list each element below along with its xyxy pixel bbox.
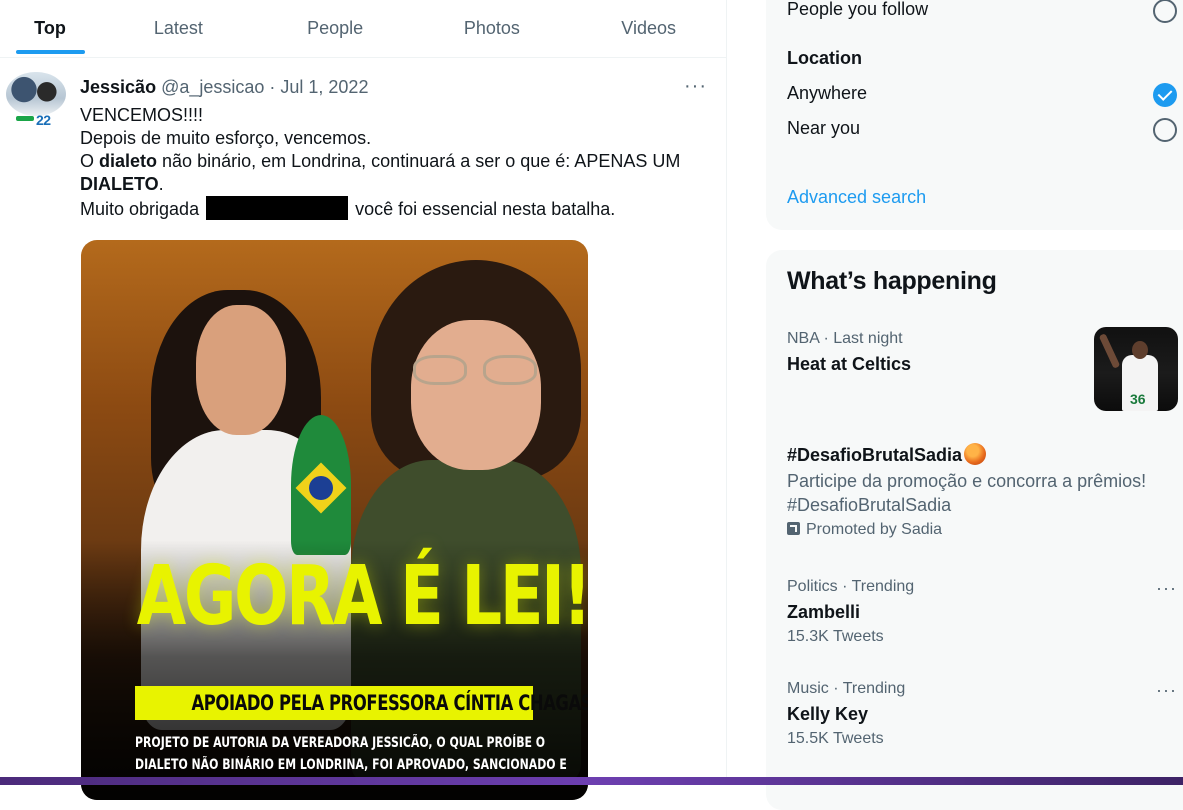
avatar-badge-number: 22 (36, 112, 51, 128)
anywhere-radio-checked[interactable] (1153, 83, 1177, 107)
tweet-text-line: Muito obrigada você foi essencial nesta … (80, 196, 720, 221)
image-body-copy: PROJETO DE AUTORIA DA VEREADORA JESSICÃO… (135, 732, 567, 776)
tweet-header: Jessicão @a_jessicao · Jul 1, 2022 (80, 77, 368, 98)
whats-happening-title: What’s happening (787, 267, 997, 295)
trend-item[interactable]: Music · Trending Kelly Key 15.5K Tweets (787, 679, 1182, 750)
right-sidebar: People you follow Location Anywhere Near… (766, 0, 1183, 810)
trend-topic: Zambelli (787, 602, 861, 622)
trend-tweet-count: 15.3K Tweets (787, 628, 884, 645)
tab-top[interactable]: Top (0, 0, 100, 57)
text-fragment: . (158, 174, 164, 194)
tab-latest-label: Latest (153, 18, 203, 38)
bottom-purple-strip (0, 777, 1183, 785)
tweet-text-line: O dialeto não binário, em Londrina, cont… (80, 150, 720, 173)
trend-context: Politics · Trending (787, 578, 915, 595)
tab-people[interactable]: People (257, 0, 414, 57)
avatar-badge-strip (16, 116, 34, 121)
tweet[interactable]: 22 Jessicão @a_jessicao · Jul 1, 2022 ··… (0, 59, 727, 800)
redacted-block (206, 196, 349, 220)
ball-emoji-icon (964, 443, 987, 465)
flag-globe (309, 476, 333, 500)
image-body-line: DIALETO NÃO BINÁRIO EM LONDRINA, FOI APR… (135, 757, 567, 773)
trend-item-promoted[interactable]: #DesafioBrutalSadia Participe da promoçã… (787, 443, 1182, 541)
bold-text: dialeto (99, 151, 158, 171)
trend-description: Participe da promoção e concorra a prêmi… (787, 471, 1147, 515)
tweet-text-line: DIALETO. (80, 173, 720, 196)
tweet-text-line: Depois de muito esforço, vencemos. (80, 128, 372, 148)
search-tabs: Top Latest People Photos Videos (0, 0, 727, 58)
tweet-image[interactable]: AGORA É LEI! APOIADO PELA PROFESSORA CÍN… (81, 240, 588, 800)
tweet-text: VENCEMOS!!!! Depois de muito esforço, ve… (80, 104, 720, 221)
avatar-photo (6, 72, 66, 116)
search-timeline: Top Latest People Photos Videos 22 Jessi… (0, 0, 727, 800)
tab-videos[interactable]: Videos (570, 0, 727, 57)
text-fragment: não binário, em Londrina, continuará a s… (157, 151, 681, 171)
image-subhead: APOIADO PELA PROFESSORA CÍNTIA CHAGAS (135, 686, 588, 720)
people-you-follow-radio[interactable] (1153, 0, 1177, 23)
image-headline: AGORA É LEI! (136, 549, 588, 644)
trend-topic: #DesafioBrutalSadia (787, 443, 1182, 467)
tweet-text-line: VENCEMOS!!!! (80, 105, 204, 125)
bold-text: DIALETO (80, 174, 159, 194)
advanced-search-link[interactable]: Advanced search (787, 187, 926, 208)
location-heading: Location (787, 48, 862, 68)
image-subhead-text: APOIADO PELA PROFESSORA CÍNTIA CHAGAS (191, 691, 588, 715)
tab-latest[interactable]: Latest (100, 0, 257, 57)
text-fragment: Muito obrigada (80, 199, 205, 219)
filter-near-you[interactable]: Near you (787, 118, 860, 139)
tweet-author-name[interactable]: Jessicão (80, 77, 156, 97)
whats-happening-card: What’s happening NBA · Last night Heat a… (766, 250, 1183, 810)
trend-more-icon[interactable]: ··· (1156, 578, 1177, 599)
more-options-icon[interactable]: ··· (684, 75, 707, 98)
trend-thumbnail[interactable]: 36 (1094, 327, 1178, 411)
active-tab-indicator (16, 50, 85, 54)
promoted-label: Promoted by Sadia (787, 519, 1182, 541)
trend-topic: Kelly Key (787, 704, 869, 724)
trend-context: Music · Trending (787, 680, 906, 697)
promoted-text: Promoted by Sadia (806, 521, 943, 538)
image-body-line: PROJETO DE AUTORIA DA VEREADORA JESSICÃO… (135, 735, 546, 751)
tab-top-label: Top (34, 18, 66, 38)
search-filters-card: People you follow Location Anywhere Near… (766, 0, 1183, 230)
trend-topic-text: #DesafioBrutalSadia (787, 445, 963, 465)
filter-anywhere[interactable]: Anywhere (787, 83, 867, 104)
tab-photos[interactable]: Photos (414, 0, 571, 57)
trend-tweet-count: 15.5K Tweets (787, 730, 884, 747)
tweet-handle-and-date[interactable]: @a_jessicao · Jul 1, 2022 (156, 77, 368, 97)
tab-people-label: People (307, 18, 364, 38)
near-you-radio[interactable] (1153, 118, 1177, 142)
tab-photos-label: Photos (463, 18, 520, 38)
tab-videos-label: Videos (621, 18, 676, 38)
trend-more-icon[interactable]: ··· (1156, 680, 1177, 701)
avatar[interactable]: 22 (6, 72, 66, 128)
trend-item[interactable]: Politics · Trending Zambelli 15.3K Tweet… (787, 577, 1182, 648)
promoted-icon (787, 522, 800, 535)
filter-people-you-follow[interactable]: People you follow (787, 0, 928, 20)
text-fragment: você foi essencial nesta batalha. (350, 199, 616, 219)
text-fragment: O (80, 151, 100, 171)
